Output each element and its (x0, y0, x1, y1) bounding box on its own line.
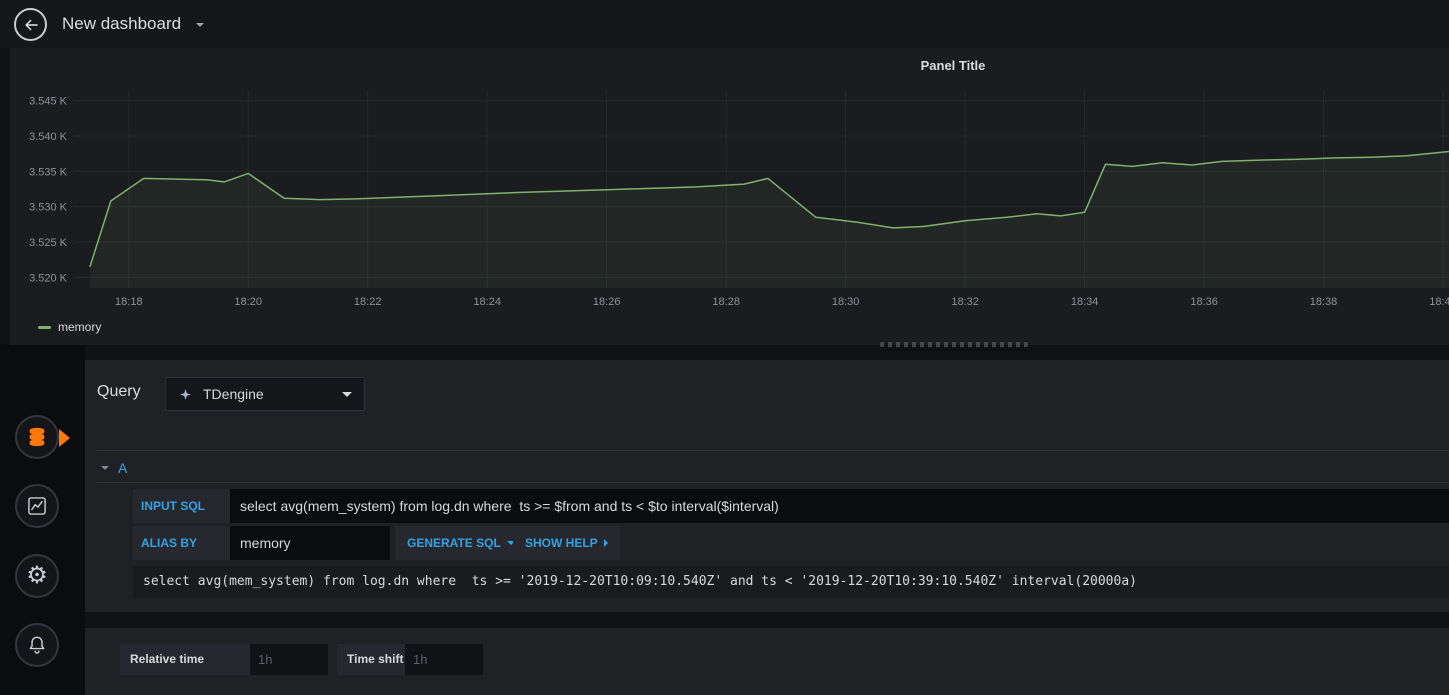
input-sql-field[interactable] (230, 489, 1449, 523)
tab-general[interactable]: ⚙ (15, 554, 59, 598)
collapse-icon (101, 466, 109, 470)
tab-alert[interactable] (15, 623, 59, 667)
section-divider (97, 482, 1449, 483)
svg-text:18:18: 18:18 (115, 296, 143, 308)
svg-text:3.535 K: 3.535 K (29, 166, 68, 178)
query-section: Query TDengine A INPUT SQL ALIAS BY GENE… (85, 360, 1449, 612)
datasource-name: TDengine (203, 386, 264, 402)
time-options-section: Relative time Time shift (85, 628, 1449, 695)
generate-sql-button[interactable]: GENERATE SQL (395, 526, 527, 560)
svg-text:18:36: 18:36 (1190, 296, 1218, 308)
query-ref-row[interactable]: A (101, 458, 127, 478)
svg-text:18:24: 18:24 (473, 296, 501, 308)
time-shift-input[interactable] (405, 644, 483, 675)
relative-time-label: Relative time (120, 644, 250, 675)
tab-queries[interactable] (15, 415, 70, 459)
panel: Panel Title 3.545 K 3.540 K 3.535 K 3.530 K… (10, 48, 1449, 345)
grafana-panel-editor: New dashboard Panel Title 3.545 K 3.540 K… (0, 0, 1449, 695)
back-button[interactable] (14, 8, 47, 41)
svg-text:3.525 K: 3.525 K (29, 237, 68, 249)
svg-text:18:32: 18:32 (951, 296, 979, 308)
section-divider (97, 450, 1449, 451)
database-icon (29, 427, 45, 447)
chevron-down-icon[interactable] (196, 23, 204, 27)
alias-by-label: ALIAS BY (133, 526, 230, 560)
svg-text:3.530 K: 3.530 K (29, 202, 68, 214)
svg-text:18:20: 18:20 (234, 296, 262, 308)
panel-title[interactable]: Panel Title (921, 58, 986, 73)
svg-text:18:38: 18:38 (1310, 296, 1338, 308)
gear-icon: ⚙ (26, 562, 48, 589)
svg-text:18:22: 18:22 (354, 296, 382, 308)
arrow-left-icon (24, 19, 38, 30)
generate-sql-label: GENERATE SQL (407, 536, 501, 550)
horizontal-scrollbar[interactable] (880, 342, 1028, 347)
query-section-title: Query (97, 383, 141, 400)
legend: memory (38, 320, 101, 334)
time-shift-label: Time shift (337, 644, 405, 675)
show-help-label: SHOW HELP (525, 536, 598, 550)
relative-time-input[interactable] (250, 644, 328, 675)
svg-text:18:40: 18:40 (1429, 296, 1449, 308)
svg-text:18:28: 18:28 (712, 296, 740, 308)
generated-sql-preview: select avg(mem_system) from log.dn where… (133, 566, 1449, 598)
alias-by-field[interactable] (230, 526, 390, 560)
legend-color-swatch[interactable] (38, 325, 51, 329)
input-sql-label: INPUT SQL (133, 489, 230, 523)
active-tab-arrow (59, 429, 70, 447)
chart-icon (28, 497, 46, 515)
timeseries-chart[interactable]: 3.545 K 3.540 K 3.535 K 3.530 K 3.525 K 3.520… (10, 82, 1449, 314)
svg-text:3.540 K: 3.540 K (29, 131, 68, 143)
svg-text:3.520 K: 3.520 K (29, 272, 68, 284)
legend-series-label[interactable]: memory (58, 320, 101, 334)
query-ref-id: A (118, 460, 128, 476)
svg-text:3.545 K: 3.545 K (29, 96, 68, 108)
svg-text:18:30: 18:30 (832, 296, 860, 308)
chevron-down-icon (342, 391, 352, 397)
topbar: New dashboard (0, 0, 1449, 48)
chevron-right-icon (603, 539, 608, 547)
datasource-picker[interactable]: TDengine (165, 377, 365, 411)
bell-icon (29, 636, 45, 654)
tab-visualization[interactable] (15, 484, 59, 528)
show-help-button[interactable]: SHOW HELP (513, 526, 620, 560)
svg-text:18:34: 18:34 (1071, 296, 1099, 308)
dashboard-title[interactable]: New dashboard (62, 0, 181, 48)
tdengine-icon (180, 388, 191, 400)
svg-text:18:26: 18:26 (593, 296, 621, 308)
